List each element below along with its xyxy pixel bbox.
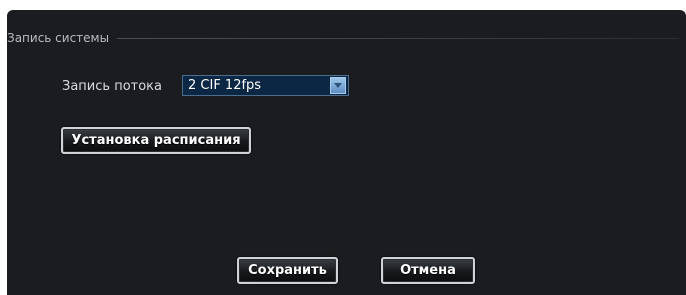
save-button[interactable]: Сохранить (237, 257, 338, 284)
cancel-button[interactable]: Отмена (381, 257, 475, 284)
section-title: Запись системы (7, 31, 110, 45)
stream-record-label: Запись потока (62, 79, 162, 94)
section-divider (117, 38, 679, 39)
schedule-setup-button[interactable]: Установка расписания (61, 127, 251, 154)
stream-record-value: 2 CIF 12fps (188, 78, 262, 93)
stream-record-select[interactable]: 2 CIF 12fps (182, 75, 349, 96)
system-record-panel: Запись системы Запись потока 2 CIF 12fps… (7, 10, 686, 295)
chevron-down-icon[interactable] (330, 77, 346, 94)
section-header: Запись системы (7, 29, 679, 47)
